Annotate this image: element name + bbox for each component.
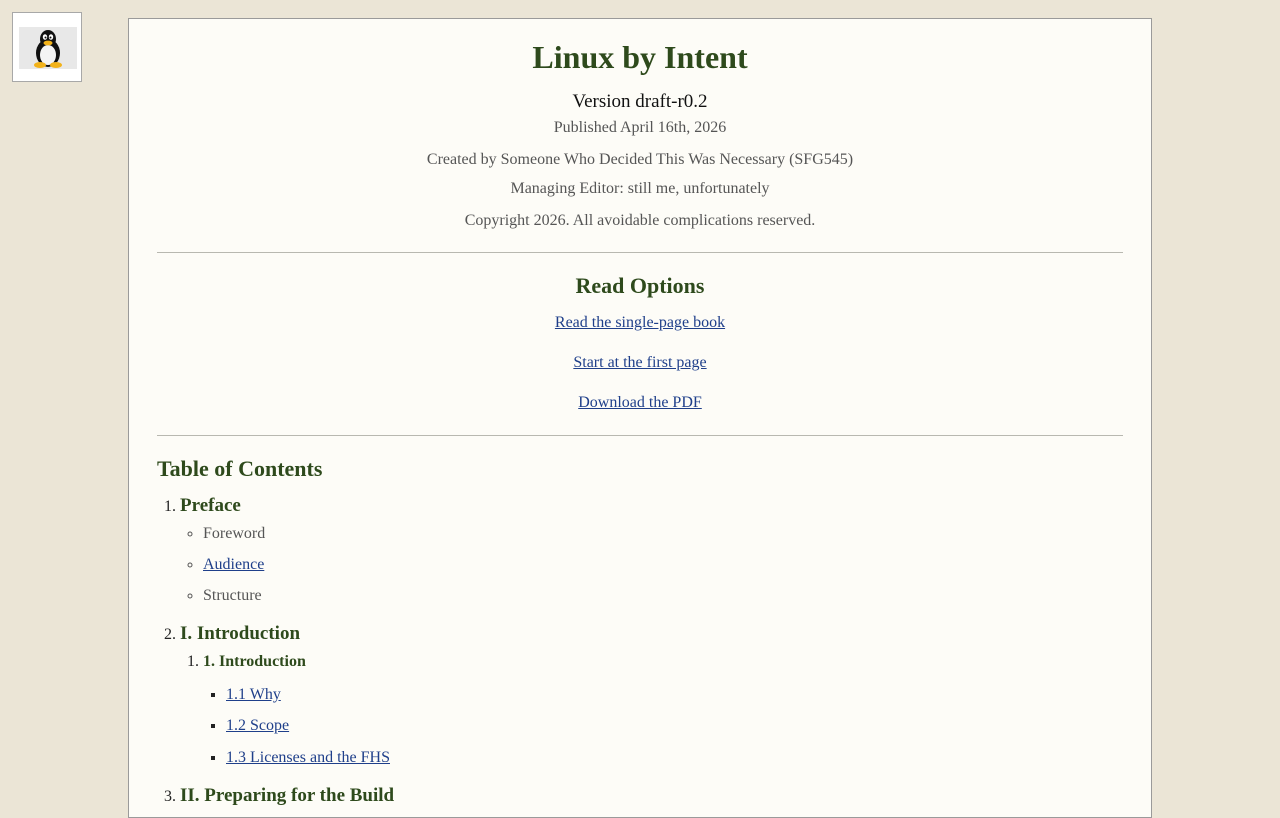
list-item: 1.1 Why bbox=[226, 685, 1123, 705]
toc-part-preparing: II. Preparing for the Build bbox=[180, 784, 1123, 808]
editor-line: Managing Editor: still me, unfortunately bbox=[510, 180, 770, 197]
list-item: Structure bbox=[203, 586, 1123, 606]
book-content: Linux by Intent Version draft-r0.2 Publi… bbox=[128, 18, 1152, 818]
preface-title: Preface bbox=[180, 495, 241, 516]
part1-chapters: 1. Introduction 1.1 Why 1.2 Scope 1.3 Li… bbox=[180, 652, 1123, 768]
list-item: 1.2 Scope bbox=[226, 716, 1123, 736]
single-page-link[interactable]: Read the single-page book bbox=[555, 314, 725, 331]
preface-list: Foreword Audience Structure bbox=[180, 524, 1123, 606]
divider bbox=[157, 252, 1123, 253]
publish-date: Published April 16th, 2026 bbox=[553, 119, 727, 136]
logo-box[interactable] bbox=[12, 12, 82, 82]
first-page-link[interactable]: Start at the first page bbox=[573, 354, 706, 371]
list-item: Foreword bbox=[203, 524, 1123, 544]
part1-title: I. Introduction bbox=[180, 623, 301, 644]
read-options-heading: Read Options bbox=[575, 273, 705, 298]
toc-list: Preface Foreword Audience Structure I. I… bbox=[157, 494, 1123, 808]
divider bbox=[157, 435, 1123, 436]
book-title: Linux by Intent bbox=[532, 39, 748, 75]
section-scope-link[interactable]: 1.2 Scope bbox=[226, 717, 289, 734]
toc-part-introduction: I. Introduction 1. Introduction 1.1 Why … bbox=[180, 622, 1123, 768]
copyright-line: Copyright 2026. All avoidable complicati… bbox=[464, 212, 816, 229]
download-pdf-link[interactable]: Download the PDF bbox=[578, 394, 702, 411]
audience-link[interactable]: Audience bbox=[203, 556, 264, 573]
toc-part-preface: Preface Foreword Audience Structure bbox=[180, 494, 1123, 606]
list-item: 1.3 Licenses and the FHS bbox=[226, 748, 1123, 768]
chapter1-title: 1. Introduction bbox=[203, 653, 306, 670]
part2-title: II. Preparing for the Build bbox=[180, 785, 395, 806]
chapter1-sections: 1.1 Why 1.2 Scope 1.3 Licenses and the F… bbox=[203, 685, 1123, 768]
author-line: Created by Someone Who Decided This Was … bbox=[426, 151, 854, 168]
section-licenses-link[interactable]: 1.3 Licenses and the FHS bbox=[226, 749, 390, 766]
list-item: Audience bbox=[203, 555, 1123, 575]
foreword-label: Foreword bbox=[203, 525, 266, 542]
toc-heading: Table of Contents bbox=[157, 456, 323, 481]
section-why-link[interactable]: 1.1 Why bbox=[226, 686, 281, 703]
structure-label: Structure bbox=[203, 587, 262, 604]
book-version: Version draft-r0.2 bbox=[572, 91, 708, 112]
toc-chapter: 1. Introduction 1.1 Why 1.2 Scope 1.3 Li… bbox=[203, 652, 1123, 768]
tux-penguin-icon bbox=[19, 27, 77, 69]
